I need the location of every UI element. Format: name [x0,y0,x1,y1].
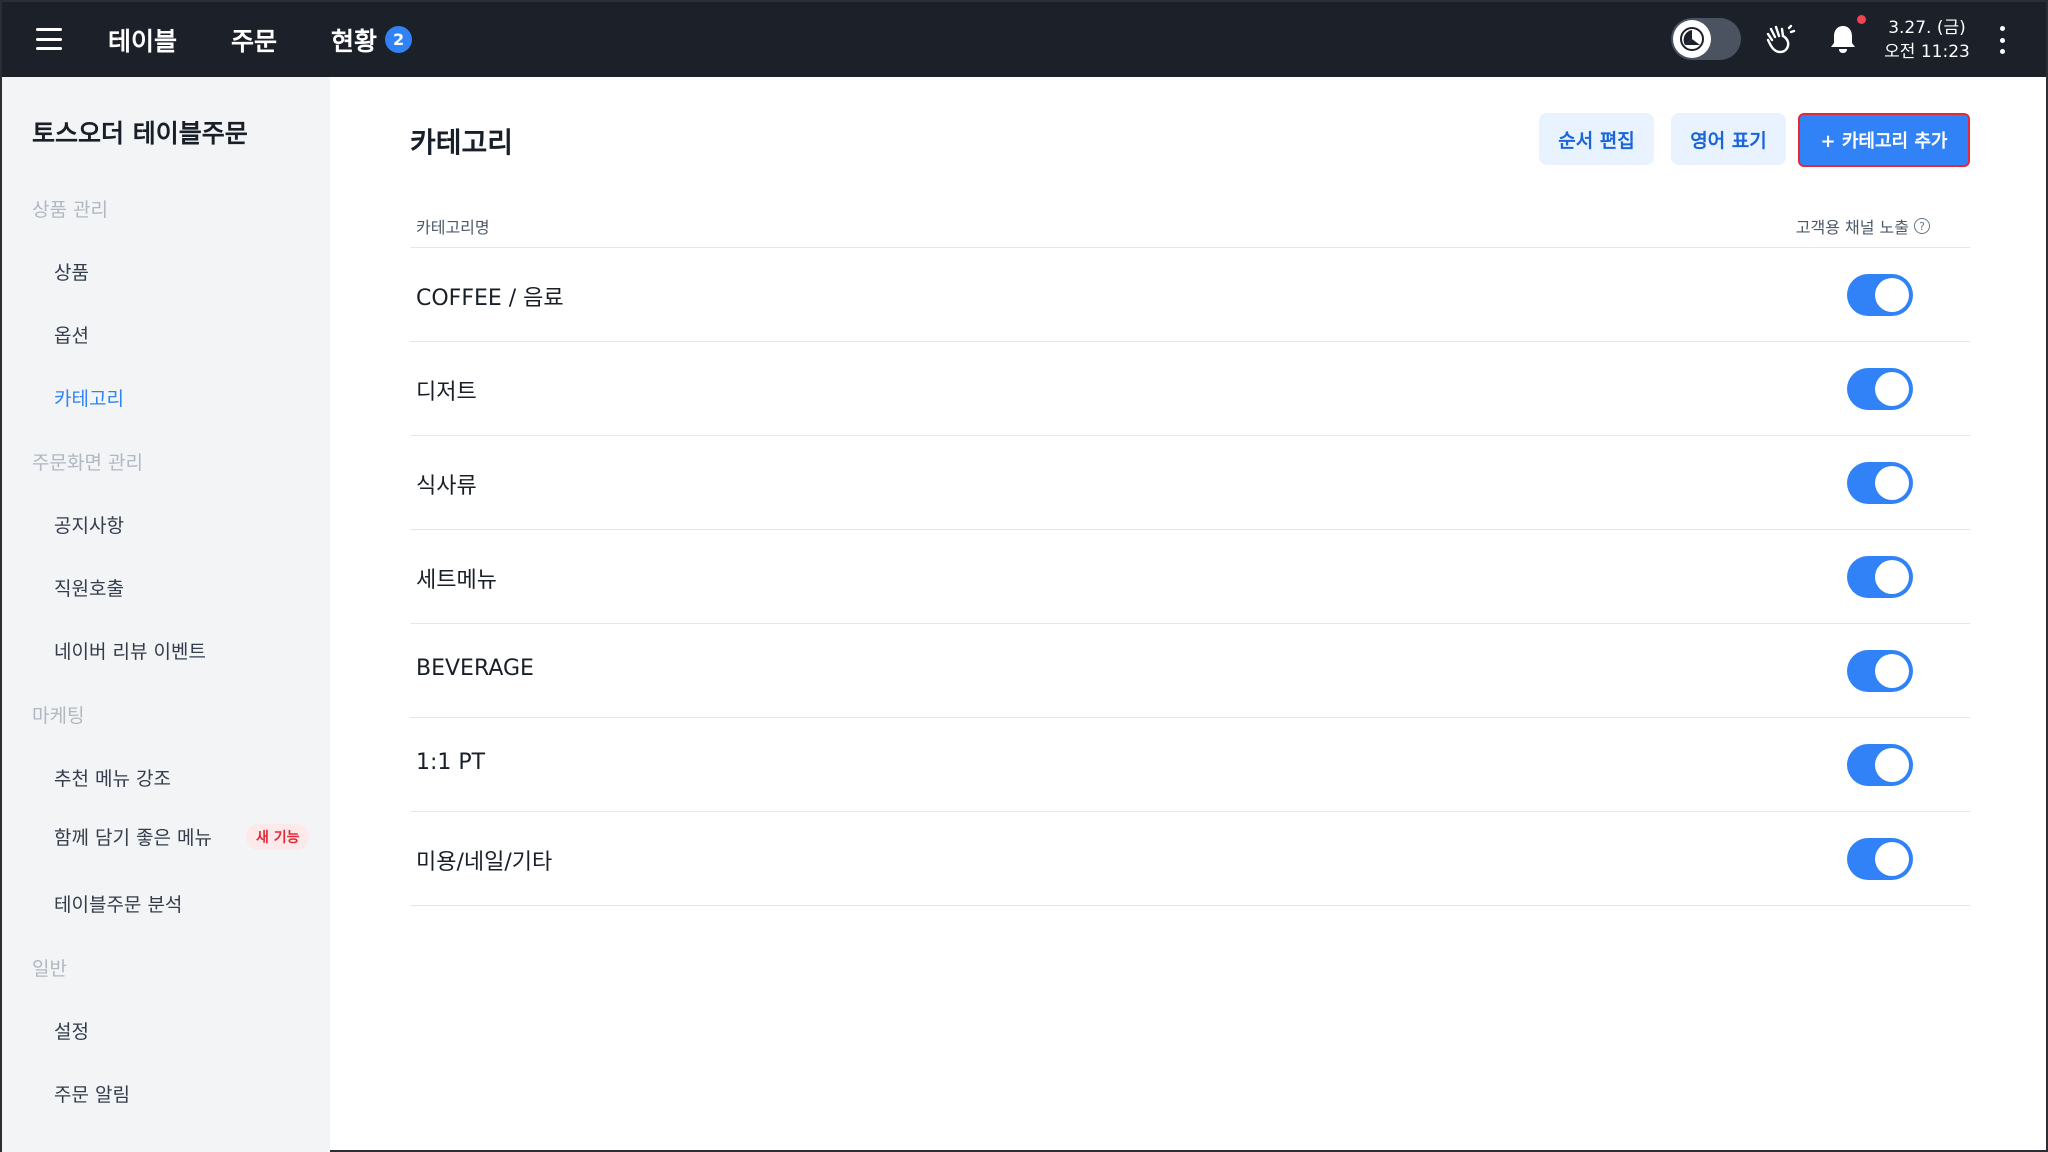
top-nav: 테이블 주문 현황 2 [108,2,466,77]
time-text: 오전 11:23 [1884,42,1970,62]
sidebar-item-analytics[interactable]: 테이블주문 분석 [54,890,182,917]
nav-tab-label: 주문 [231,26,278,56]
reorder-button[interactable]: 순서 편집 [1539,113,1654,165]
top-bar: 테이블 주문 현황 2 3.27. (금) 오전 11:23 [2,2,2046,77]
exposure-toggle[interactable] [1847,368,1913,410]
table-row: COFFEE / 음료 [410,248,1970,342]
mode-toggle-icon [1673,20,1711,58]
sidebar-item-categories[interactable]: 카테고리 [54,384,124,411]
sidebar-item-settings[interactable]: 설정 [54,1017,89,1044]
sidebar-item-label: 직원호출 [54,578,124,600]
nav-tab-table[interactable]: 테이블 [108,22,177,58]
section-title-marketing: 마케팅 [32,705,85,727]
sidebar-item-label: 테이블주문 분석 [54,894,183,916]
sidebar-item-notices[interactable]: 공지사항 [54,511,124,538]
sidebar-item-options[interactable]: 옵션 [54,321,89,348]
column-header-exposure-label: 고객용 채널 노출 [1795,218,1909,237]
new-feature-badge: 새 기능 [245,823,310,850]
bell-icon[interactable] [1826,22,1860,56]
sidebar-item-label: 설정 [54,1021,89,1043]
page-title: 카테고리 [410,126,514,159]
sidebar: 토스오더 테이블주문 상품 관리 상품 옵션 카테고리 주문화면 관리 공지사항… [2,77,330,1152]
table-row: 1:1 PT [410,718,1970,812]
sidebar-item-label: 상품 [54,262,89,284]
category-name: 식사류 [416,474,477,499]
sidebar-item-order-alerts[interactable]: 주문 알림 [54,1080,130,1107]
sidebar-item-recommended-menu[interactable]: 추천 메뉴 강조 [54,764,171,791]
status-count-badge: 2 [385,26,413,53]
sidebar-item-label: 옵션 [54,325,89,347]
nav-tab-label: 테이블 [108,26,178,56]
kebab-menu-icon[interactable] [1995,26,2009,54]
category-name: COFFEE / 음료 [416,286,564,311]
nav-tab-label: 현황 [331,26,378,56]
column-header-name: 카테고리명 [416,218,490,237]
column-header-exposure: 고객용 채널 노출 ? [1796,214,1930,238]
datetime: 3.27. (금) 오전 11:23 [1882,16,1972,64]
exposure-toggle[interactable] [1847,274,1913,316]
sidebar-item-products[interactable]: 상품 [54,258,89,285]
sidebar-item-label: 공지사항 [54,515,124,537]
exposure-toggle[interactable] [1847,650,1913,692]
category-name: 1:1 PT [416,750,486,775]
sidebar-item-bundle-menu[interactable]: 함께 담기 좋은 메뉴 새 기능 [54,823,310,850]
nav-tab-orders[interactable]: 주문 [231,22,277,58]
category-list: COFFEE / 음료 디저트 식사류 세트메뉴 BEVERAGE 1:1 PT… [410,248,1970,906]
table-row: 디저트 [410,342,1970,436]
exposure-toggle[interactable] [1847,462,1913,504]
section-title-general: 일반 [32,958,67,980]
category-name: 세트메뉴 [416,568,497,593]
category-name: 미용/네일/기타 [416,850,553,875]
table-row: BEVERAGE [410,624,1970,718]
section-title-product: 상품 관리 [32,199,108,221]
date-text: 3.27. (금) [1888,18,1966,38]
section-title-order-screen: 주문화면 관리 [32,452,143,474]
sidebar-item-staff-call[interactable]: 직원호출 [54,574,124,601]
help-circle-icon[interactable]: ? [1914,218,1930,234]
brand-title: 토스오더 테이블주문 [32,119,248,148]
hand-wave-icon[interactable] [1762,22,1796,56]
menu-icon[interactable] [36,28,62,50]
exposure-toggle[interactable] [1847,556,1913,598]
english-label-button[interactable]: 영어 표기 [1671,113,1786,165]
mode-toggle[interactable] [1671,18,1741,60]
category-name: BEVERAGE [416,656,534,681]
notification-dot [1857,15,1866,24]
table-header: 카테고리명 고객용 채널 노출 ? [410,202,1970,248]
sidebar-item-label: 네이버 리뷰 이벤트 [54,641,206,663]
table-row: 식사류 [410,436,1970,530]
sidebar-item-label: 함께 담기 좋은 메뉴 [54,827,212,849]
nav-tab-status[interactable]: 현황 2 [331,22,413,58]
category-name: 디저트 [416,380,477,405]
exposure-toggle[interactable] [1847,838,1913,880]
table-row: 미용/네일/기타 [410,812,1970,906]
sidebar-item-label: 추천 메뉴 강조 [54,768,171,790]
exposure-toggle[interactable] [1847,744,1913,786]
add-category-button[interactable]: + 카테고리 추가 [1798,113,1970,167]
table-row: 세트메뉴 [410,530,1970,624]
sidebar-item-naver-review[interactable]: 네이버 리뷰 이벤트 [54,637,206,664]
sidebar-item-label: 카테고리 [54,388,124,410]
sidebar-item-label: 주문 알림 [54,1084,130,1106]
